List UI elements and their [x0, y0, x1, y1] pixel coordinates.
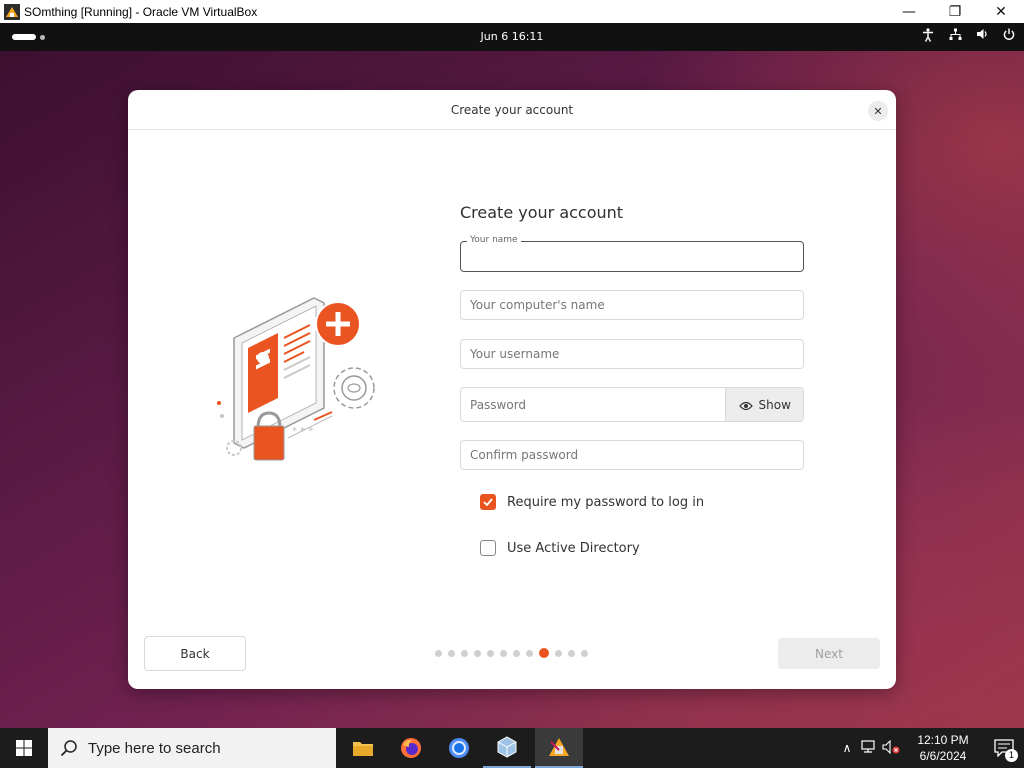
show-password-button[interactable]: Show [725, 388, 803, 421]
pager-dot [500, 649, 507, 657]
host-window-title: SOmthing [Running] - Oracle VM VirtualBo… [24, 4, 258, 19]
pager-dot [435, 649, 442, 657]
your-name-label: Your name [467, 235, 521, 245]
windows-logo-icon [16, 740, 32, 756]
next-button[interactable]: Next [778, 638, 880, 669]
chrome-icon [449, 738, 469, 758]
close-window-button[interactable]: ✕ [978, 0, 1024, 23]
pager-dot [487, 649, 494, 657]
windows-taskbar: ∧ 12:10 PM 6/6/2024 1 [0, 728, 1024, 768]
password-input[interactable] [461, 388, 726, 421]
folder-icon [353, 742, 373, 756]
chrome-taskbar-button[interactable] [435, 728, 483, 768]
firefox-taskbar-button[interactable] [387, 728, 435, 768]
progress-pager [435, 648, 588, 658]
vm-screen: Jun 6 16:11 Create your account ✕ * * * … [0, 23, 1024, 728]
host-window-titlebar: SOmthing [Running] - Oracle VM VirtualBo… [0, 0, 1024, 23]
confirm-password-input[interactable] [461, 441, 803, 469]
virtualbox-vm-icon [549, 738, 569, 756]
clock-time: 12:10 PM [917, 733, 969, 747]
active-directory-checkbox[interactable] [480, 540, 496, 556]
virtualbox-taskbar-button[interactable] [483, 728, 531, 768]
active-directory-label: Use Active Directory [507, 540, 640, 556]
create-account-dialog: Create your account ✕ * * * Create your … [128, 90, 896, 689]
show-hidden-icons-chevron-icon[interactable]: ∧ [836, 741, 858, 755]
svg-text:* * *: * * * [292, 426, 313, 437]
virtualbox-vm-taskbar-button[interactable] [535, 728, 583, 768]
pager-dot [555, 649, 562, 657]
accessibility-icon[interactable] [921, 28, 935, 46]
pager-dot [474, 649, 481, 657]
dialog-close-button[interactable]: ✕ [868, 101, 888, 121]
active-directory-option[interactable]: Use Active Directory [480, 540, 640, 556]
pager-dot [526, 649, 533, 657]
taskbar-search[interactable] [48, 728, 336, 768]
volume-muted-icon[interactable] [880, 739, 902, 757]
notification-count-badge: 1 [1005, 749, 1018, 762]
account-illustration: * * * [214, 288, 390, 478]
search-input[interactable] [88, 739, 318, 757]
require-password-option[interactable]: Require my password to log in [480, 494, 704, 510]
volume-icon[interactable] [975, 28, 989, 46]
start-button[interactable] [0, 728, 48, 768]
clock-date: 6/6/2024 [919, 749, 967, 763]
your-name-input[interactable] [461, 242, 803, 271]
pager-dot [461, 649, 468, 657]
confirm-password-field[interactable] [460, 440, 804, 470]
pager-dot [568, 649, 575, 657]
dialog-header-title: Create your account [450, 102, 574, 117]
network-status-icon[interactable] [858, 739, 880, 757]
system-tray: ∧ 12:10 PM 6/6/2024 1 [836, 728, 1024, 768]
gnome-top-bar: Jun 6 16:11 [0, 23, 1024, 51]
username-field[interactable] [460, 339, 804, 369]
virtualbox-app-icon [4, 3, 20, 20]
vm-clock[interactable]: Jun 6 16:11 [0, 30, 1024, 43]
restore-button[interactable]: ❐ [932, 0, 978, 23]
search-icon [60, 740, 77, 757]
password-field[interactable]: Show [460, 387, 804, 422]
checkmark-icon [483, 498, 493, 506]
back-button[interactable]: Back [144, 636, 246, 671]
require-password-label: Require my password to log in [507, 494, 705, 510]
notification-center-button[interactable]: 1 [984, 728, 1024, 768]
eye-icon [738, 400, 753, 410]
minimize-button[interactable]: — [886, 0, 932, 23]
require-password-checkbox[interactable] [480, 494, 496, 510]
network-icon[interactable] [948, 28, 962, 46]
vm-system-tray[interactable] [921, 28, 1016, 46]
firefox-icon [401, 738, 421, 758]
power-icon[interactable] [1002, 28, 1016, 46]
computer-name-input[interactable] [461, 291, 803, 319]
file-explorer-taskbar-button[interactable] [339, 728, 387, 768]
username-input[interactable] [461, 340, 803, 368]
form-title: Create your account [460, 203, 624, 222]
pager-dot-current [539, 648, 549, 658]
pager-dot [513, 649, 520, 657]
pager-dot [581, 649, 588, 657]
pager-dot [448, 649, 455, 657]
host-window-controls: — ❐ ✕ [886, 0, 1024, 23]
your-name-field[interactable]: Your name [460, 235, 804, 272]
show-password-label: Show [758, 397, 791, 412]
dialog-header: Create your account ✕ [128, 90, 896, 130]
taskbar-clock[interactable]: 12:10 PM 6/6/2024 [908, 732, 978, 764]
virtualbox-icon [497, 736, 517, 758]
computer-name-field[interactable] [460, 290, 804, 320]
